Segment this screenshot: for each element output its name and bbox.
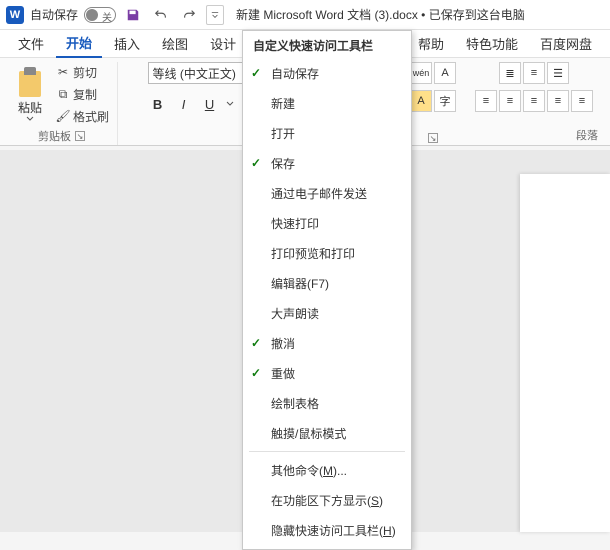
group-phonetic: wén A A 字 ↘ <box>406 62 460 145</box>
group-clipboard: 粘贴 ✂剪切 ⧉复制 🖌格式刷 剪贴板 ↘ <box>6 62 118 145</box>
check-icon: ✓ <box>251 66 261 80</box>
align-justify-button[interactable]: ≡ <box>547 90 569 112</box>
tab-file[interactable]: 文件 <box>8 30 54 57</box>
menu-item-label: 绘制表格 <box>271 395 319 412</box>
save-status: 已保存到这台电脑 <box>429 8 525 22</box>
qat-customize-menu: 自定义快速访问工具栏 ✓ 自动保存新建打开 ✓ 保存通过电子邮件发送快速打印打印预览和… <box>242 30 412 550</box>
menu-item-label: 大声朗读 <box>271 305 319 322</box>
menu-item-label: 通过电子邮件发送 <box>271 185 367 202</box>
autosave-toggle[interactable]: 关 <box>84 7 116 23</box>
tab-baidu[interactable]: 百度网盘 <box>530 30 602 57</box>
menu-item[interactable]: ✓ 保存 <box>243 148 411 178</box>
menu-item[interactable]: 通过电子邮件发送 <box>243 178 411 208</box>
dialog-launcher-mid[interactable]: ↘ <box>428 133 438 143</box>
doc-name: 新建 Microsoft Word 文档 (3).docx <box>236 8 418 22</box>
paste-label: 粘贴 <box>18 99 42 116</box>
menu-item-label: 快速打印 <box>271 215 319 232</box>
menu-item[interactable]: ✓ 撤消 <box>243 328 411 358</box>
menu-item-label: 打开 <box>271 125 295 142</box>
tab-draw[interactable]: 绘图 <box>152 30 198 57</box>
word-icon: W <box>6 6 24 24</box>
autosave-label: 自动保存 <box>30 6 78 23</box>
toggle-off-text: 关 <box>102 9 112 24</box>
tab-special[interactable]: 特色功能 <box>456 30 528 57</box>
menu-item-label: 重做 <box>271 365 295 382</box>
dialog-launcher-clipboard[interactable]: ↘ <box>75 131 85 141</box>
copy-icon: ⧉ <box>56 87 70 101</box>
dropdown-title: 自定义快速访问工具栏 <box>243 31 411 58</box>
qat-redo-button[interactable] <box>178 4 200 26</box>
numbering-button[interactable]: ≡ <box>523 62 545 84</box>
phonetic-button[interactable]: wén <box>410 62 432 84</box>
multilevel-button[interactable]: ☰ <box>547 62 569 84</box>
menu-item[interactable]: ✓ 自动保存 <box>243 58 411 88</box>
check-icon: ✓ <box>251 156 261 170</box>
bold-button[interactable]: B <box>148 94 168 114</box>
menu-item[interactable]: 绘制表格 <box>243 388 411 418</box>
tab-design[interactable]: 设计 <box>200 30 246 57</box>
paste-icon <box>17 67 43 97</box>
document-title: 新建 Microsoft Word 文档 (3).docx • 已保存到这台电脑 <box>236 6 525 23</box>
paste-button[interactable]: 粘贴 <box>10 64 50 124</box>
scissors-icon: ✂ <box>56 65 70 79</box>
check-icon: ✓ <box>251 366 261 380</box>
qat-save-button[interactable] <box>122 4 144 26</box>
group-label-clipboard: 剪贴板 <box>38 128 71 144</box>
italic-button[interactable]: I <box>174 94 194 114</box>
format-painter-button[interactable]: 🖌格式刷 <box>52 106 113 126</box>
menu-hide-qat[interactable]: 隐藏快速访问工具栏(H) <box>243 515 411 545</box>
brush-icon: 🖌 <box>56 109 70 123</box>
menu-label: 隐藏快速访问工具栏(H) <box>271 522 396 539</box>
titlebar: W 自动保存 关 新建 Microsoft Word 文档 (3).docx •… <box>0 0 610 30</box>
menu-item[interactable]: ✓ 重做 <box>243 358 411 388</box>
menu-item-label: 新建 <box>271 95 295 112</box>
chevron-down-icon[interactable] <box>226 101 234 107</box>
group-paragraph: ≣ ≡ ☰ ≡ ≡ ≡ ≡ ≡ 段落 <box>464 62 604 145</box>
qat-customize-button[interactable] <box>206 5 224 25</box>
enclose-char-button[interactable]: 字 <box>434 90 456 112</box>
menu-item[interactable]: 打印预览和打印 <box>243 238 411 268</box>
distribute-button[interactable]: ≡ <box>571 90 593 112</box>
menu-item[interactable]: 编辑器(F7) <box>243 268 411 298</box>
group-label-paragraph: 段落 <box>576 127 598 143</box>
menu-item[interactable]: 新建 <box>243 88 411 118</box>
underline-button[interactable]: U <box>200 94 220 114</box>
copy-button[interactable]: ⧉复制 <box>52 84 113 104</box>
document-page[interactable] <box>520 174 610 532</box>
menu-item[interactable]: 大声朗读 <box>243 298 411 328</box>
tab-home[interactable]: 开始 <box>56 29 102 58</box>
align-center-button[interactable]: ≡ <box>499 90 521 112</box>
qat-undo-button[interactable] <box>150 4 172 26</box>
menu-item-label: 撤消 <box>271 335 295 352</box>
tab-insert[interactable]: 插入 <box>104 30 150 57</box>
menu-other-commands[interactable]: 其他命令(M)... <box>243 455 411 485</box>
bullets-button[interactable]: ≣ <box>499 62 521 84</box>
char-border-button[interactable]: A <box>434 62 456 84</box>
menu-item-label: 保存 <box>271 155 295 172</box>
menu-item-label: 打印预览和打印 <box>271 245 355 262</box>
menu-label: 在功能区下方显示(S) <box>271 492 383 509</box>
menu-label: 其他命令(M)... <box>271 462 347 479</box>
cut-button[interactable]: ✂剪切 <box>52 62 113 82</box>
check-icon: ✓ <box>251 336 261 350</box>
chevron-down-icon <box>26 116 34 122</box>
menu-item[interactable]: 打开 <box>243 118 411 148</box>
menu-item-label: 编辑器(F7) <box>271 275 329 292</box>
menu-show-below[interactable]: 在功能区下方显示(S) <box>243 485 411 515</box>
tab-help[interactable]: 帮助 <box>408 30 454 57</box>
align-left-button[interactable]: ≡ <box>475 90 497 112</box>
menu-item[interactable]: 触摸/鼠标模式 <box>243 418 411 448</box>
menu-separator <box>249 451 405 452</box>
menu-item-label: 触摸/鼠标模式 <box>271 425 346 442</box>
char-shading-button[interactable]: A <box>410 90 432 112</box>
align-right-button[interactable]: ≡ <box>523 90 545 112</box>
menu-item-label: 自动保存 <box>271 65 319 82</box>
menu-item[interactable]: 快速打印 <box>243 208 411 238</box>
